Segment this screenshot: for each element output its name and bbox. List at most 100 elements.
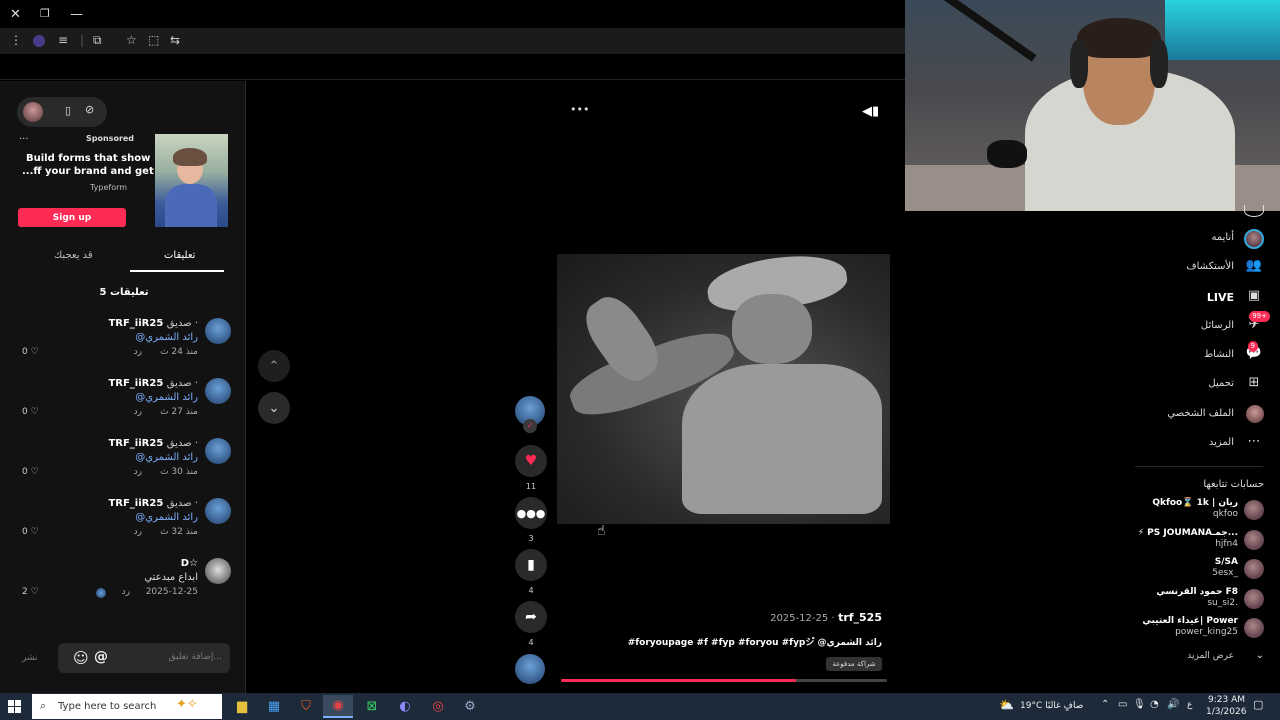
discord-icon[interactable]: ◐ bbox=[390, 695, 420, 718]
comment-text[interactable]: @رائد الشمري bbox=[135, 332, 198, 343]
windows-start-icon[interactable] bbox=[8, 700, 21, 713]
obs-icon[interactable]: ◎ bbox=[423, 695, 453, 718]
tray-chevron-up-icon[interactable]: ⌃ bbox=[1101, 699, 1109, 710]
following-account[interactable]: S/SA 5esx_ bbox=[905, 557, 1280, 583]
comment-like-button[interactable]: 0 ♡ bbox=[22, 467, 39, 477]
following-account[interactable]: Qkfoo⌛ 1k | ريان qkfoo bbox=[905, 498, 1280, 524]
translate-icon[interactable]: ⇆ bbox=[170, 33, 180, 47]
tray-network-icon[interactable]: ▭ bbox=[1118, 699, 1127, 710]
device-toggle[interactable]: ▯ ⊘ bbox=[17, 97, 107, 127]
minimize-icon[interactable]: — bbox=[70, 7, 83, 22]
volume-icon[interactable]: ◀▮ bbox=[862, 104, 879, 119]
comment-like-button[interactable]: 0 ♡ bbox=[22, 347, 39, 357]
avatar[interactable] bbox=[205, 318, 231, 344]
playlist-icon[interactable]: ≡ bbox=[58, 33, 68, 47]
following-account[interactable]: غيداء العتيبي| Power power_king25 bbox=[905, 616, 1280, 642]
comment-author[interactable]: TRF_iiR25 صديق · bbox=[108, 378, 198, 389]
reply-button[interactable]: رد bbox=[134, 347, 142, 357]
clock-time[interactable]: 9:23 AM bbox=[1208, 695, 1245, 705]
comment-like-button[interactable]: 0 ♡ bbox=[22, 407, 39, 417]
compass-icon[interactable]: ⊘ bbox=[85, 103, 94, 116]
comment-like-button[interactable]: 0 ♡ bbox=[22, 527, 39, 537]
comment-author[interactable]: D☆ bbox=[181, 558, 198, 569]
tab-comments[interactable]: تعليقات bbox=[164, 250, 195, 261]
steam-icon[interactable]: ⚙ bbox=[455, 695, 485, 718]
phone-icon[interactable]: ▯ bbox=[65, 104, 71, 117]
comment-author[interactable]: TRF_iiR25 صديق · bbox=[108, 498, 198, 509]
store-icon[interactable]: ▦ bbox=[259, 695, 289, 718]
following-account[interactable]: حمود القرنسي F8 su_si2. bbox=[905, 587, 1280, 613]
following-account[interactable]: ⚡ PS JOUMANAجمـ... hjfn4 bbox=[905, 528, 1280, 554]
clock-date[interactable]: 1/3/2026 bbox=[1206, 707, 1246, 717]
followed-check-icon[interactable]: ✓ bbox=[523, 419, 537, 433]
comment-author[interactable]: TRF_iiR25 صديق · bbox=[108, 318, 198, 329]
input-language[interactable]: ع bbox=[1187, 700, 1192, 710]
share-button[interactable]: ➦ bbox=[515, 601, 547, 633]
comment-input[interactable]: ☺ @ إضافة تعليق... bbox=[58, 643, 230, 673]
sidebar-item-more[interactable]: المزيد ⋯ bbox=[905, 434, 1280, 454]
sound-avatar[interactable] bbox=[515, 654, 545, 684]
ad-menu-icon[interactable]: ... bbox=[19, 131, 29, 142]
sidebar-item-anime[interactable]: أنايمه bbox=[905, 229, 1280, 249]
video-progress-track[interactable] bbox=[561, 679, 887, 682]
sidebar-item-activity[interactable]: النشاط 💬 9 bbox=[905, 341, 1280, 366]
ad-thumbnail[interactable] bbox=[155, 134, 228, 227]
mention-icon[interactable]: @ bbox=[94, 649, 108, 665]
sidebar-item-messages[interactable]: الرسائل ✈ 99+ bbox=[905, 311, 1280, 337]
wifi-icon[interactable]: ◔ bbox=[1150, 699, 1159, 710]
video-progress-fill bbox=[561, 679, 796, 682]
taskbar-search-input[interactable]: ⌕ Type here to search ✦✧ bbox=[32, 694, 222, 719]
post-button[interactable]: نشر bbox=[22, 653, 38, 663]
notification-icon[interactable]: ▢ bbox=[1253, 698, 1263, 711]
brave-icon[interactable]: ⛉ bbox=[291, 695, 321, 718]
comment-button[interactable]: ●●● bbox=[515, 497, 547, 529]
microphone-icon[interactable]: 🎙 bbox=[1133, 699, 1146, 710]
menu-dots-icon[interactable]: ⋮ bbox=[10, 33, 22, 47]
video-author[interactable]: trf_525 bbox=[838, 611, 882, 624]
hand-cursor-icon: ☝ bbox=[597, 523, 606, 539]
more-options-icon[interactable]: ••• bbox=[570, 103, 589, 116]
file-explorer-icon[interactable]: ▆ bbox=[227, 695, 257, 718]
next-video-button[interactable]: ⌄ bbox=[258, 392, 290, 424]
avatar[interactable] bbox=[205, 498, 231, 524]
video-player[interactable] bbox=[557, 254, 890, 524]
screenshot-icon[interactable]: ⬚ bbox=[148, 33, 159, 47]
avatar[interactable] bbox=[205, 558, 231, 584]
emoji-icon[interactable]: ☺ bbox=[73, 649, 89, 667]
comment-like-button[interactable]: 2 ♡ bbox=[22, 587, 39, 597]
tab-you-may-like[interactable]: قد يعجبك bbox=[54, 250, 93, 261]
show-more-button[interactable]: ⌄ عرض المزيد bbox=[1124, 650, 1264, 664]
comment-text[interactable]: @رائد الشمري bbox=[135, 452, 198, 463]
like-button[interactable]: ♥ bbox=[515, 445, 547, 477]
sidebar-item-profile[interactable]: الملف الشخصي bbox=[905, 405, 1280, 425]
restore-icon[interactable]: ❐ bbox=[40, 7, 50, 20]
previous-video-button[interactable]: ⌃ bbox=[258, 350, 290, 382]
bookmark-button[interactable]: ▮ bbox=[515, 549, 547, 581]
sidebar-item-live[interactable]: LIVE ▣ bbox=[905, 288, 1280, 308]
extensions-icon[interactable]: ⧉ bbox=[93, 33, 102, 48]
avatar[interactable] bbox=[205, 378, 231, 404]
reply-button[interactable]: رد bbox=[134, 467, 142, 477]
bookmark-star-icon[interactable]: ☆ bbox=[126, 33, 137, 47]
volume-icon[interactable]: 🔊 bbox=[1167, 699, 1179, 710]
comment-count: 3 bbox=[528, 534, 534, 543]
following-handle: 5esx_ bbox=[1212, 568, 1238, 578]
chrome-icon[interactable]: ◉ bbox=[323, 695, 353, 718]
close-icon[interactable]: ✕ bbox=[10, 7, 21, 22]
comment-author[interactable]: TRF_iiR25 صديق · bbox=[108, 438, 198, 449]
comment-text[interactable]: @رائد الشمري bbox=[135, 512, 198, 523]
reply-button[interactable]: رد bbox=[122, 587, 130, 597]
sidebar-item-explore[interactable]: الأستكشاف 👥 bbox=[905, 258, 1280, 278]
profile-icon[interactable] bbox=[33, 35, 45, 47]
comment-icon: ●●● bbox=[516, 506, 546, 520]
reply-button[interactable]: رد bbox=[134, 407, 142, 417]
avatar[interactable] bbox=[205, 438, 231, 464]
sign-up-button[interactable]: Sign up bbox=[18, 208, 126, 227]
compass-icon[interactable] bbox=[1244, 205, 1264, 217]
sidebar-item-upload[interactable]: تحميل ⊞ bbox=[905, 375, 1280, 395]
weather-icon[interactable]: ⛅ bbox=[999, 698, 1014, 712]
excel-icon[interactable]: ⊠ bbox=[357, 695, 387, 718]
reply-button[interactable]: رد bbox=[134, 527, 142, 537]
weather-text[interactable]: 19°C صافٍ غالبًا bbox=[1020, 701, 1083, 711]
comment-text[interactable]: @رائد الشمري bbox=[135, 392, 198, 403]
